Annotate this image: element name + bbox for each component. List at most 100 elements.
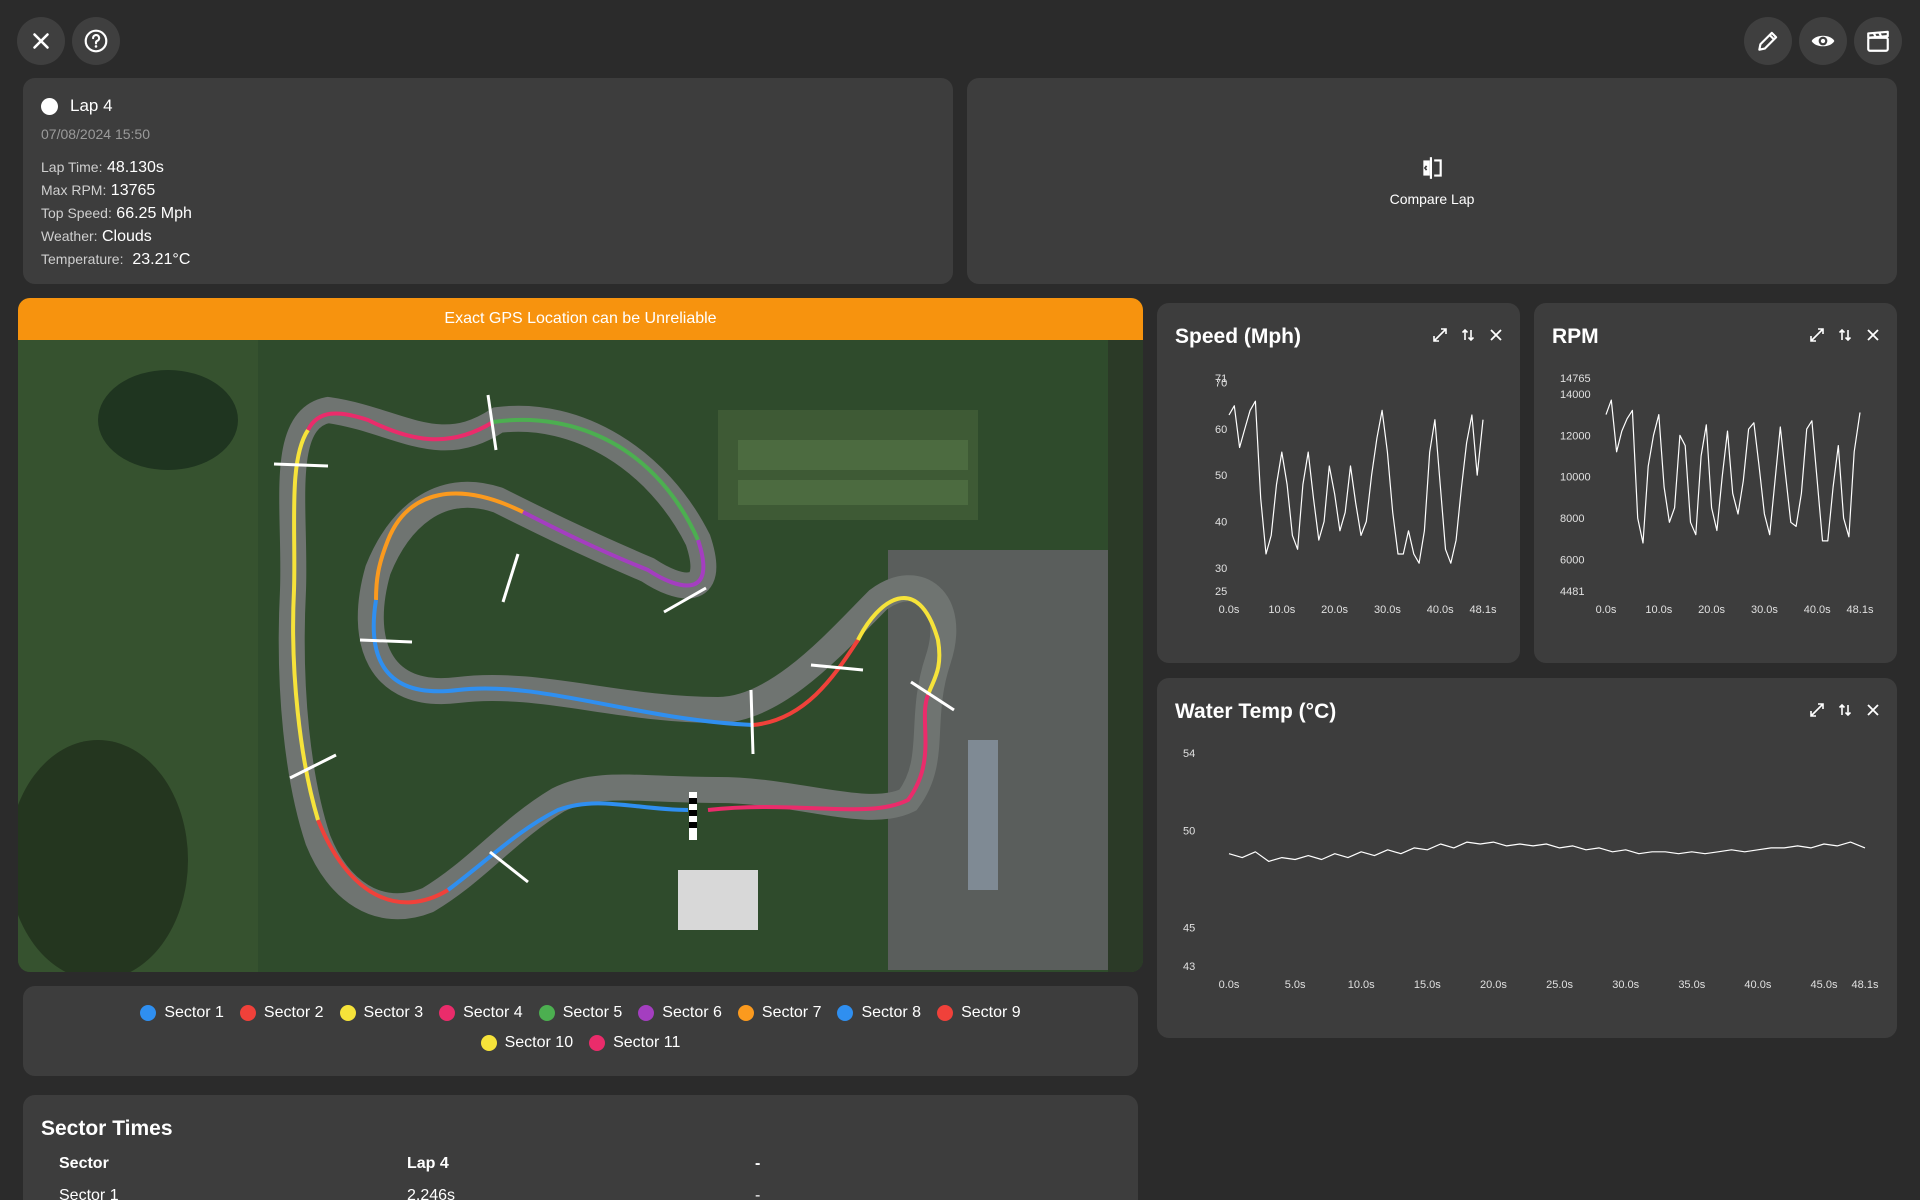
- stat-top-speed: Top Speed: 66.25 Mph: [41, 205, 192, 222]
- legend-color-dot: [538, 1005, 555, 1021]
- x-tick-label: 20.0s: [1480, 979, 1507, 991]
- legend-item: Sector 11: [589, 1034, 680, 1052]
- x-tick-label: 48.1s: [1852, 979, 1879, 991]
- y-tick-label: 70: [1215, 378, 1227, 390]
- sector-times-table: Sector Lap 4 - Sector 1 2.246s -: [41, 1155, 1120, 1200]
- legend-item: Sector 8: [837, 1004, 921, 1022]
- x-tick-label: 5.0s: [1285, 979, 1306, 991]
- y-tick-label: 45: [1183, 922, 1195, 934]
- table-cell: Sector 1: [59, 1187, 119, 1200]
- compare-lap-button[interactable]: Compare Lap: [967, 78, 1897, 284]
- satellite-map[interactable]: [18, 340, 1143, 972]
- legend-label: Sector 5: [562, 1004, 623, 1021]
- stat-lap-time: Lap Time: 48.130s: [41, 159, 164, 176]
- legend-label: Sector 6: [662, 1004, 722, 1021]
- legend-color-dot: [937, 1005, 954, 1021]
- stat-weather: Weather: Clouds: [41, 228, 152, 245]
- x-tick-label: 40.0s: [1804, 604, 1831, 616]
- y-tick-label: 50: [1183, 825, 1195, 837]
- x-tick-label: 30.0s: [1751, 604, 1778, 616]
- legend-color-dot: [589, 1035, 606, 1051]
- legend-item: Sector 4: [439, 1004, 523, 1022]
- x-tick-label: 10.0s: [1348, 979, 1375, 991]
- lap-title: Lap 4: [70, 96, 113, 115]
- y-tick-label: 54: [1183, 748, 1195, 760]
- legend-color-dot: [140, 1005, 157, 1021]
- x-tick-label: 25.0s: [1546, 979, 1573, 991]
- legend-item: Sector 3: [339, 1004, 424, 1022]
- legend-label: Sector 7: [761, 1004, 822, 1021]
- y-tick-label: 60: [1215, 424, 1227, 436]
- legend-color-dot: [480, 1035, 497, 1051]
- y-tick-label: 10000: [1560, 472, 1591, 484]
- y-tick-label: 6000: [1560, 555, 1584, 567]
- legend-color-dot: [239, 1005, 256, 1021]
- legend-color-dot: [339, 1005, 356, 1021]
- legend-color-dot: [638, 1005, 655, 1021]
- legend-label: Sector 11: [613, 1034, 681, 1051]
- close-button[interactable]: [17, 17, 65, 65]
- water-temp-line-chart[interactable]: 54 50 45 43 0.0s 5.0s 10.0s 15.0s 20.0s 25.0s 30.0…: [1157, 678, 1897, 1038]
- lap-date: 07/08/2024 15:50: [41, 126, 150, 142]
- legend-item: Sector 5: [538, 1004, 623, 1022]
- rpm-line-chart[interactable]: 14765 14000 12000 10000 8000 6000 4481 0.0s 10.0…: [1534, 303, 1897, 663]
- stat-max-rpm: Max RPM: 13765: [41, 182, 156, 199]
- start-finish-line: [689, 792, 697, 840]
- video-button[interactable]: [1854, 17, 1902, 65]
- legend-item: Sector 6: [638, 1004, 722, 1022]
- compare-icon: [1423, 157, 1442, 179]
- x-tick-label: 30.0s: [1612, 979, 1639, 991]
- y-tick-label: 43: [1183, 961, 1195, 973]
- legend-label: Sector 2: [263, 1004, 324, 1021]
- x-tick-label: 35.0s: [1678, 979, 1705, 991]
- stat-temperature: Temperature: 23.21°C: [41, 251, 191, 268]
- track-map[interactable]: Exact GPS Location can be Unreliable: [18, 298, 1143, 972]
- y-tick-label: 25: [1215, 586, 1227, 598]
- table-cell: 2.246s: [407, 1187, 456, 1200]
- x-tick-label: 48.1s: [1847, 604, 1874, 616]
- legend-label: Sector 10: [504, 1034, 574, 1051]
- speed-chart-card: Speed (Mph) 71 70 60 50 40 30 25 0.0s 10.0s 20.0s…: [1157, 303, 1520, 663]
- rpm-chart-card: RPM 14765 14000 12000 10000 8000 6000 4481 0.0s…: [1534, 303, 1897, 663]
- y-tick-label: 50: [1215, 470, 1227, 482]
- legend-label: Sector 3: [363, 1004, 424, 1021]
- x-tick-label: 40.0s: [1744, 979, 1771, 991]
- compare-lap-label: Compare Lap: [1389, 191, 1475, 207]
- view-button[interactable]: [1799, 17, 1847, 65]
- x-tick-label: 10.0s: [1268, 604, 1295, 616]
- speed-line-chart[interactable]: 717060504030250.0s 10.0s 20.0s 30.0s 40.0s 48…: [1157, 303, 1520, 663]
- legend-item: Sector 9: [937, 1004, 1021, 1022]
- legend-item: Sector 7: [737, 1004, 822, 1022]
- x-tick-label: 0.0s: [1596, 604, 1617, 616]
- x-tick-label: 48.1s: [1470, 604, 1497, 616]
- x-tick-label: 40.0s: [1427, 604, 1454, 616]
- edit-button[interactable]: [1744, 17, 1792, 65]
- help-button[interactable]: [72, 17, 120, 65]
- series-line: [1605, 399, 1861, 544]
- legend-item: Sector 2: [239, 1004, 324, 1022]
- legend-item: Sector 10: [480, 1034, 574, 1052]
- table-cell: -: [755, 1187, 761, 1200]
- x-tick-label: 45.0s: [1811, 979, 1838, 991]
- sector-times-title: Sector Times: [41, 1117, 173, 1140]
- x-tick-label: 0.0s: [1219, 979, 1240, 991]
- x-tick-label: 20.0s: [1698, 604, 1725, 616]
- x-tick-label: 30.0s: [1374, 604, 1401, 616]
- clapperboard-icon: [1867, 30, 1889, 52]
- column-header: Sector: [59, 1155, 109, 1172]
- y-tick-label: 14000: [1560, 389, 1591, 401]
- legend-row: Sector 10 Sector 11: [23, 1034, 1138, 1052]
- sector-legend: Sector 1 Sector 2 Sector 3 Sector 4 Sector 5…: [23, 986, 1138, 1076]
- series-line: [1228, 841, 1866, 862]
- x-tick-label: 10.0s: [1645, 604, 1672, 616]
- x-tick-label: 20.0s: [1321, 604, 1348, 616]
- eye-icon: [1811, 35, 1835, 47]
- lap-color-dot: [41, 97, 58, 115]
- lap-stats: Lap Time: 48.130s Max RPM: 13765 Top Spe…: [41, 156, 935, 271]
- lap-info-card: Lap 4 07/08/2024 15:50 Lap Time: 48.130s…: [23, 78, 953, 284]
- x-tick-label: 15.0s: [1414, 979, 1441, 991]
- y-tick-label: 8000: [1560, 513, 1584, 525]
- legend-label: Sector 4: [463, 1004, 523, 1021]
- water-temp-chart-card: Water Temp (°C) 54 50 45 43 0.0s 5.0s 10.0s 15.…: [1157, 678, 1897, 1038]
- y-tick-label: 12000: [1560, 430, 1591, 442]
